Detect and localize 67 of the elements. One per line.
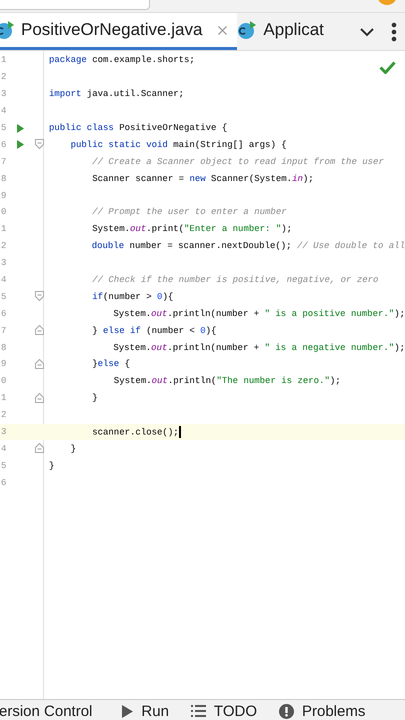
run-icon: [122, 704, 134, 718]
line-number: 5: [1, 460, 8, 471]
editor-tab[interactable]: Applicat: [237, 13, 334, 50]
list-icon: [190, 705, 206, 717]
code-line: scanner.close();: [91, 426, 181, 438]
line-number: 8: [1, 342, 8, 353]
run-icon[interactable]: [17, 124, 24, 132]
line-number: 3: [1, 427, 8, 438]
code-line: System.out.println(number + " is a positive number.");: [112, 308, 405, 319]
code-line: // Create a Scanner object to read input from the user: [91, 156, 384, 167]
line-number: 0: [1, 376, 8, 386]
code-line: double number = scanner.nextDouble(); // Use double to all: [90, 241, 405, 252]
code-line: Scanner scanner = new Scanner(System.in);: [91, 174, 314, 184]
fold-icon[interactable]: [35, 392, 44, 403]
line-number: 6: [1, 478, 8, 488]
java-class-icon: [237, 20, 258, 40]
tool-window-button[interactable]: TODO: [190, 702, 257, 720]
line-number: 6: [1, 308, 8, 319]
line-number: 2: [1, 241, 8, 252]
code-line: System.out.println("The number is zero.");: [112, 376, 341, 386]
line-number: 0: [1, 207, 8, 218]
code-line: }: [70, 444, 76, 454]
fold-icon[interactable]: [35, 443, 44, 454]
code-line: }else {: [91, 359, 130, 370]
code-line: }: [91, 393, 98, 404]
code-line: if(number > 0){: [91, 292, 174, 302]
line-number: 1: [1, 55, 8, 66]
line-number: 1: [1, 224, 8, 234]
code-line: }: [49, 460, 54, 471]
line-number: 9: [1, 359, 8, 370]
code-line: public class PositiveOrNegative {: [49, 123, 228, 133]
tool-window-button[interactable]: Run: [122, 702, 169, 720]
java-class-icon: [0, 20, 15, 40]
fold-icon[interactable]: [35, 359, 44, 370]
editor-tab[interactable]: PositiveOrNegative.java: [0, 13, 238, 50]
code-line: System.out.println(number + " is a negative number.");: [112, 342, 405, 353]
line-number: 4: [1, 275, 8, 286]
line-number: 6: [1, 140, 8, 150]
code-line: // Prompt the user to enter a number: [91, 207, 287, 218]
run-icon[interactable]: [17, 140, 24, 150]
fold-icon[interactable]: [35, 291, 44, 302]
code-line: } else if (number < 0){: [91, 326, 216, 336]
line-number: 3: [1, 258, 8, 268]
tool-window-button[interactable]: Problems: [278, 702, 366, 720]
fold-icon[interactable]: [35, 325, 44, 336]
code-line: // Check if the number is positive, negative, or zero: [91, 275, 378, 286]
line-number: 4: [1, 106, 8, 116]
code-line: System.out.print("Enter a number: ");: [91, 224, 292, 234]
line-number: 7: [1, 326, 8, 336]
line-number: 9: [1, 190, 8, 201]
warning-icon: [278, 704, 294, 718]
line-number: 2: [1, 72, 8, 82]
line-number: 3: [1, 89, 8, 100]
line-number: 4: [1, 444, 8, 454]
line-number: 5: [1, 292, 8, 302]
line-number: 7: [1, 156, 8, 167]
line-number: 2: [1, 410, 8, 420]
close-icon[interactable]: [218, 26, 228, 34]
line-number: 8: [1, 174, 8, 184]
code-line: package com.example.shorts;: [49, 55, 195, 66]
line-number: 5: [1, 123, 8, 133]
fold-icon[interactable]: [35, 139, 44, 150]
checkmark-icon[interactable]: [379, 61, 396, 74]
code-line: import java.util.Scanner;: [49, 89, 184, 100]
tool-window-button[interactable]: ersion Control: [0, 702, 92, 720]
line-number: 1: [1, 393, 8, 404]
code-line: public static void main(String[] args) {: [70, 140, 287, 150]
